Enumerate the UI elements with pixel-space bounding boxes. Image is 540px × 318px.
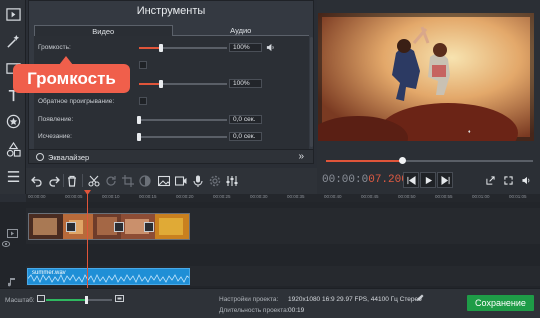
fade-out-slider-handle[interactable] xyxy=(137,133,141,141)
video-clip-icon[interactable] xyxy=(173,173,188,188)
scissors-icon[interactable] xyxy=(86,173,101,188)
level-value[interactable]: 100% xyxy=(229,79,262,88)
option-checkbox[interactable] xyxy=(139,61,147,69)
ruler-tick-label: 00:00:35 xyxy=(287,194,305,199)
volume-tooltip: Громкость xyxy=(13,64,130,93)
preview-frame-image: ♦ xyxy=(318,13,534,141)
ruler-tick-label: 00:00:20 xyxy=(176,194,194,199)
playhead[interactable] xyxy=(87,191,88,288)
export-frame-icon[interactable] xyxy=(482,172,498,188)
status-bar: Масштаб: Настройки проекта: 1920x1080 16… xyxy=(0,288,540,318)
reverse-checkbox[interactable] xyxy=(139,97,147,105)
project-duration-label: Длительность проекта: xyxy=(219,307,289,314)
equalizer-label: Эквалайзер xyxy=(48,153,90,162)
ruler-tick-label: 00:00:45 xyxy=(361,194,379,199)
player-panel: ♦ xyxy=(317,0,540,194)
trash-icon[interactable] xyxy=(64,173,79,188)
zoom-out-icon[interactable] xyxy=(37,295,45,304)
shapes-icon[interactable] xyxy=(3,139,23,159)
volume-slider[interactable] xyxy=(139,44,227,52)
fade-in-value[interactable]: 0,0 сек. xyxy=(229,115,262,124)
ruler-tick-label: 00:00:55 xyxy=(435,194,453,199)
fade-out-value[interactable]: 0,0 сек. xyxy=(229,132,262,141)
previous-frame-button[interactable] xyxy=(403,172,419,188)
transition-icon[interactable] xyxy=(144,222,154,232)
fade-in-slider[interactable] xyxy=(137,116,227,124)
project-settings-value: 1920x1080 16:9 29.97 FPS, 44100 Гц Стере… xyxy=(288,296,422,303)
equalizer-icon[interactable] xyxy=(224,173,239,188)
menu-list-icon[interactable] xyxy=(3,166,23,186)
volume-slider-handle[interactable] xyxy=(159,44,163,52)
project-settings-label: Настройки проекта: xyxy=(219,296,279,303)
volume-label: Громкость: xyxy=(38,44,71,51)
tools-sidebar xyxy=(0,0,26,194)
undo-icon[interactable] xyxy=(29,173,44,188)
zoom-in-icon[interactable] xyxy=(115,295,124,304)
ruler-tick-label: 00:00:00 xyxy=(28,194,46,199)
fade-out-label: Исчезание: xyxy=(38,133,72,140)
reverse-label: Обратное проигрывание: xyxy=(38,98,115,105)
ruler-tick-label: 00:00:30 xyxy=(250,194,268,199)
equalizer-row[interactable]: Эквалайзер » xyxy=(29,149,313,163)
image-icon[interactable] xyxy=(156,173,171,188)
microphone-icon[interactable] xyxy=(190,173,205,188)
edit-toolbar xyxy=(26,168,317,194)
redo-icon[interactable] xyxy=(46,173,61,188)
playback-progress-bar[interactable] xyxy=(326,157,533,164)
fullscreen-icon[interactable] xyxy=(500,172,516,188)
svg-text:♦: ♦ xyxy=(468,129,471,135)
video-preview[interactable]: ♦ xyxy=(318,13,534,141)
ruler-tick-label: 00:01:00 xyxy=(472,194,490,199)
play-button[interactable] xyxy=(420,172,436,188)
ruler-tick-label: 00:00:25 xyxy=(213,194,231,199)
ruler-tick-label: 00:00:15 xyxy=(139,194,157,199)
color-adjust-icon[interactable] xyxy=(137,173,152,188)
timecode-display: 00:00:007.200 xyxy=(322,174,408,186)
import-icon[interactable] xyxy=(3,4,23,24)
panel-tabs: Видео Аудио xyxy=(34,25,309,36)
zoom-label: Масштаб: xyxy=(5,297,35,304)
ruler-tick-label: 00:01:05 xyxy=(509,194,527,199)
playback-handle[interactable] xyxy=(398,157,406,164)
timeline-ruler[interactable]: 00:00:00 00:00:05 00:00:10 00:00:15 00:00:20… xyxy=(26,194,540,202)
zoom-slider-handle[interactable] xyxy=(84,296,88,304)
ruler-tick-label: 00:00:10 xyxy=(102,194,120,199)
video-clip[interactable] xyxy=(28,213,190,240)
transition-icon[interactable] xyxy=(66,222,76,232)
audio-clip[interactable]: summer.wav xyxy=(27,268,190,285)
volume-icon[interactable] xyxy=(518,172,534,188)
fade-out-slider[interactable] xyxy=(137,133,227,141)
audio-waveform xyxy=(28,274,189,283)
save-button[interactable]: Сохранение xyxy=(467,295,534,311)
level-slider-handle[interactable] xyxy=(159,80,163,88)
tab-audio[interactable]: Аудио xyxy=(172,25,309,36)
ruler-tick-label: 00:00:50 xyxy=(398,194,416,199)
gear-icon[interactable] xyxy=(207,173,222,188)
transition-icon[interactable] xyxy=(114,222,124,232)
ruler-tick-label: 00:00:40 xyxy=(324,194,342,199)
panel-title: Инструменты xyxy=(136,5,206,17)
equalizer-radio[interactable] xyxy=(36,153,44,161)
ruler-tick-label: 00:00:05 xyxy=(65,194,83,199)
tab-video[interactable]: Видео xyxy=(34,25,173,36)
stickers-icon[interactable] xyxy=(3,111,23,131)
panel-scrollbar[interactable] xyxy=(310,37,313,147)
level-slider[interactable] xyxy=(139,80,227,88)
fade-in-slider-handle[interactable] xyxy=(137,116,141,124)
eye-icon[interactable] xyxy=(1,241,11,249)
next-frame-button[interactable] xyxy=(437,172,453,188)
clip-thumbnails xyxy=(29,214,189,239)
magic-wand-icon[interactable] xyxy=(3,31,23,51)
project-duration-value: 00:19 xyxy=(288,307,305,314)
zoom-slider[interactable] xyxy=(46,296,112,304)
double-chevron-right-icon[interactable]: » xyxy=(298,151,304,162)
video-track-icon xyxy=(7,229,18,240)
rotate-icon[interactable] xyxy=(103,173,118,188)
fade-in-label: Появление: xyxy=(38,116,74,123)
volume-value[interactable]: 100% xyxy=(229,43,262,52)
speaker-icon[interactable] xyxy=(266,43,275,52)
pencil-icon[interactable] xyxy=(416,294,424,304)
crop-icon[interactable] xyxy=(120,173,135,188)
